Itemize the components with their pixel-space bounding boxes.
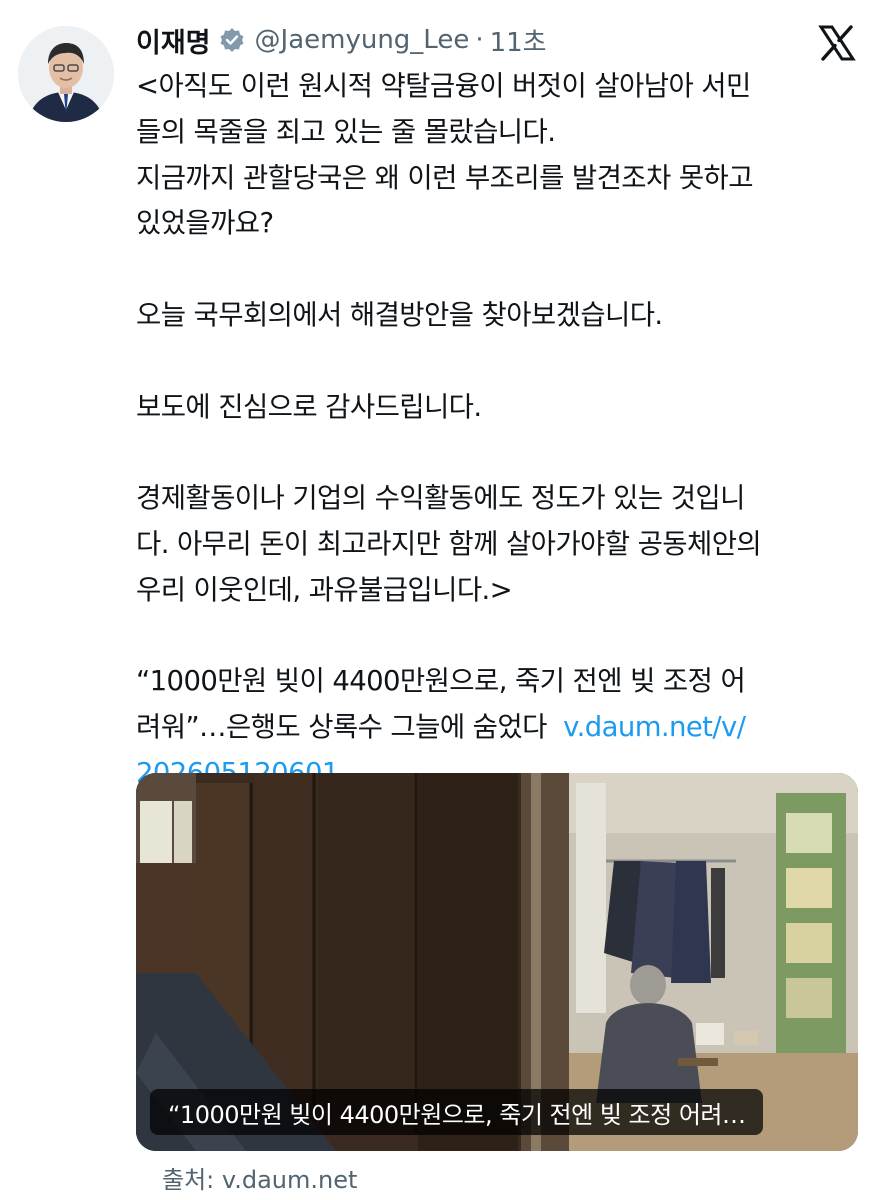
article-link[interactable]: v.daum.net/v/ bbox=[563, 711, 746, 743]
tweet-line: 들의 목줄을 죄고 있는 줄 몰랐습니다. bbox=[136, 115, 556, 148]
avatar-photo bbox=[18, 26, 114, 122]
verified-badge-icon bbox=[219, 27, 245, 53]
tweet-header: 이재명 @Jaemyung_Lee · 11초 bbox=[136, 16, 856, 64]
headline-continuation: 려워”…은행도 상록수 그늘에 숨었다 bbox=[136, 711, 547, 744]
link-preview-card[interactable]: “1000만원 빚이 4400만원으로, 죽기 전엔 빚 조정 어려… bbox=[136, 773, 858, 1151]
tweet-line: 오늘 국무회의에서 해결방안을 찾아보겠습니다. bbox=[136, 298, 663, 331]
tweet-line: 경제활동이나 기업의 수익활동에도 정도가 있는 것입니 bbox=[136, 482, 745, 515]
separator-dot: · bbox=[475, 25, 484, 55]
tweet-timestamp[interactable]: 11초 bbox=[490, 22, 547, 59]
avatar[interactable] bbox=[18, 26, 114, 122]
tweet-line: <아직도 이런 원시적 약탈금융이 버젓이 살아남아 서민 bbox=[136, 70, 751, 102]
headline-line-with-link: 려워”…은행도 상록수 그늘에 숨었다 v.daum.net/v/ bbox=[136, 705, 856, 751]
card-source[interactable]: 출처: v.daum.net bbox=[162, 1160, 357, 1195]
tweet-line: 우리 이웃인데, 과유불급입니다.> bbox=[136, 573, 513, 606]
author-handle[interactable]: @Jaemyung_Lee bbox=[255, 25, 470, 55]
tweet-line: 다. 아무리 돈이 최고라지만 함께 살아가야할 공동체안의 bbox=[136, 527, 762, 560]
headline-line: “1000만원 빚이 4400만원으로, 죽기 전엔 빚 조정 어 bbox=[136, 665, 746, 698]
card-title[interactable]: “1000만원 빚이 4400만원으로, 죽기 전엔 빚 조정 어려… bbox=[150, 1089, 764, 1135]
x-logo-icon bbox=[818, 24, 856, 62]
tweet-body: <아직도 이런 원시적 약탈금융이 버젓이 살아남아 서민 들의 목줄을 죄고 … bbox=[136, 64, 856, 797]
author-name[interactable]: 이재명 bbox=[136, 21, 211, 60]
tweet-line: 지금까지 관할당국은 왜 이런 부조리를 발견조차 못하고 bbox=[136, 161, 754, 194]
tweet-line: 보도에 진심으로 감사드립니다. bbox=[136, 390, 482, 423]
tweet-line: 있었을까요? bbox=[136, 207, 274, 240]
